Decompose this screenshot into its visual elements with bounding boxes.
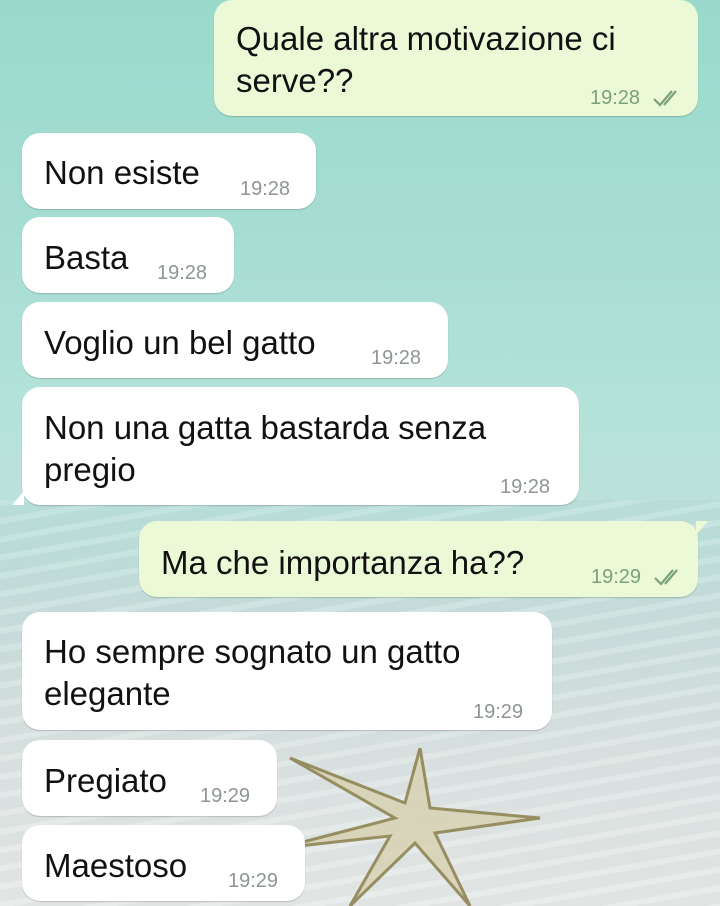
- starfish-wallpaper-image: [279, 748, 541, 906]
- message-bubble-incoming[interactable]: Basta 19:28: [22, 217, 234, 293]
- message-bubble-incoming[interactable]: Maestoso 19:29: [22, 825, 305, 901]
- message-text: Quale altra motivazione ci serve??: [236, 20, 616, 99]
- message-text: Ho sempre sognato un gatto elegante: [44, 633, 461, 712]
- message-text: Pregiato: [44, 762, 167, 799]
- message-time: 19:28: [371, 347, 422, 369]
- message-bubble-outgoing[interactable]: Ma che importanza ha?? 19:29: [139, 521, 708, 597]
- message-time: 19:29: [591, 566, 642, 588]
- read-ticks-icon: [654, 569, 678, 586]
- message-bubble-incoming[interactable]: Ho sempre sognato un gatto elegante 19:2…: [22, 612, 552, 730]
- message-text: Ma che importanza ha??: [161, 544, 525, 581]
- message-text: Non una gatta bastarda senza pregio: [44, 409, 487, 488]
- message-time: 19:28: [590, 87, 641, 109]
- message-bubble-incoming[interactable]: Voglio un bel gatto 19:28: [22, 302, 448, 378]
- bubble-tail: [696, 521, 708, 535]
- message-bubble-incoming[interactable]: Non una gatta bastarda senza pregio 19:2…: [12, 387, 579, 505]
- message-time: 19:28: [157, 262, 208, 284]
- message-bubble-outgoing[interactable]: Quale altra motivazione ci serve?? 19:28: [214, 0, 698, 116]
- bubble-tail: [12, 491, 24, 505]
- message-text: Basta: [44, 239, 129, 276]
- message-time: 19:29: [228, 870, 279, 892]
- message-time: 19:29: [200, 785, 251, 807]
- read-ticks-icon: [653, 90, 677, 107]
- message-bubble-incoming[interactable]: Pregiato 19:29: [22, 740, 277, 816]
- message-text: Non esiste: [44, 154, 200, 191]
- message-time: 19:28: [500, 476, 551, 498]
- message-text: Maestoso: [44, 847, 188, 884]
- message-text: Voglio un bel gatto: [44, 324, 316, 361]
- message-bubble-incoming[interactable]: Non esiste 19:28: [22, 133, 316, 209]
- message-time: 19:29: [473, 701, 524, 723]
- message-time: 19:28: [240, 178, 291, 200]
